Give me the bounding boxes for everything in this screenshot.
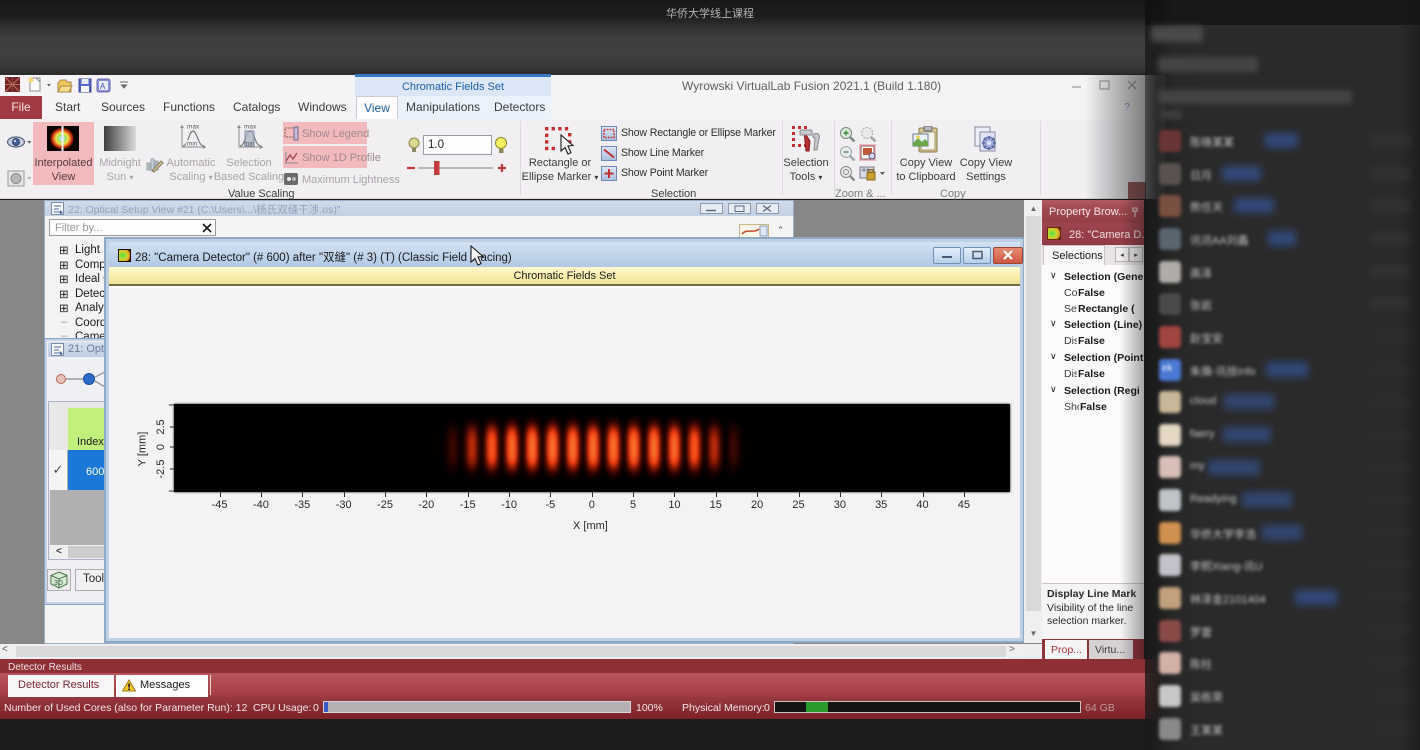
- svg-text:max: max: [187, 124, 200, 131]
- svg-text:max: max: [244, 124, 257, 131]
- svg-text:min: min: [244, 141, 255, 148]
- svg-text:A: A: [100, 82, 106, 91]
- svg-text:3D: 3D: [54, 580, 63, 587]
- svg-text:min: min: [187, 141, 198, 148]
